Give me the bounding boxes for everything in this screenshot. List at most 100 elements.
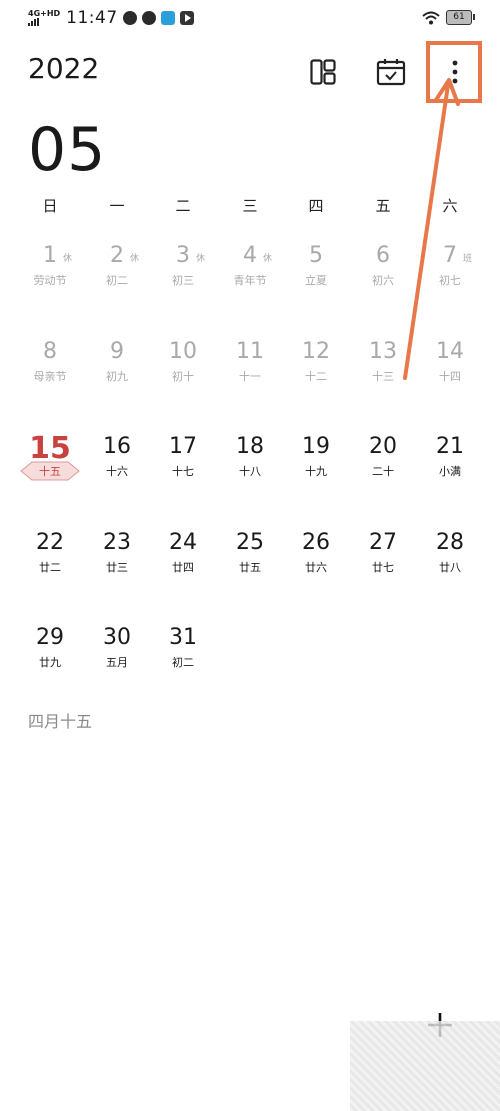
lunar-date: 立夏	[305, 274, 327, 287]
day-cell[interactable]: 11 十一	[218, 338, 282, 418]
day-number: 20	[369, 434, 397, 459]
lunar-date: 十七	[172, 465, 194, 478]
day-number: 28	[436, 530, 464, 555]
weekday-label: 二	[175, 197, 191, 215]
day-number: 8	[43, 339, 57, 364]
lunar-date: 十二	[305, 370, 327, 383]
lunar-date: 初三	[172, 274, 194, 287]
day-cell[interactable]: 28 廿八	[418, 529, 482, 609]
day-cell[interactable]: 10 初十	[151, 338, 215, 418]
day-number: 26	[302, 530, 330, 555]
lunar-date: 青年节	[233, 274, 267, 287]
day-cell[interactable]: 2 休初二	[85, 242, 149, 322]
lunar-date: 初二	[106, 274, 128, 287]
notification-app-icon	[122, 11, 137, 25]
app-notification-icon	[160, 11, 175, 25]
day-cell[interactable]: 14 十四	[418, 338, 482, 418]
lunar-date: 初六	[372, 274, 394, 287]
annotation-highlight-box	[426, 41, 482, 103]
day-number: 4	[243, 243, 257, 268]
status-time: 11:47	[66, 8, 118, 28]
day-number: 3	[176, 243, 190, 268]
day-number: 16	[103, 434, 131, 459]
day-number: 5	[309, 243, 323, 268]
weekday-header: 日一二三四五六	[0, 195, 500, 219]
weekday-label: 日	[42, 197, 58, 215]
day-number: 30	[103, 625, 131, 650]
day-number: 19	[302, 434, 330, 459]
lunar-date: 初七	[439, 274, 461, 287]
lunar-date: 十一	[239, 370, 261, 383]
status-bar: 4G+HD 11:47 61	[0, 0, 500, 38]
day-cell[interactable]: 21 小满	[418, 433, 482, 513]
day-number: 23	[103, 530, 131, 555]
layout-icon	[310, 59, 336, 85]
day-cell[interactable]: 18 十八	[218, 433, 282, 513]
year-title[interactable]: 2022	[28, 52, 99, 85]
day-cell[interactable]: 17 十七	[151, 433, 215, 513]
day-cell[interactable]: 1 休劳动节	[18, 242, 82, 322]
day-number: 24	[169, 530, 197, 555]
lunar-date: 十三	[372, 370, 394, 383]
wechat-icon	[141, 11, 156, 25]
video-app-icon	[179, 11, 194, 25]
day-cell[interactable]: 19 十九	[284, 433, 348, 513]
lunar-date: 十五	[39, 465, 61, 478]
day-number: 29	[36, 625, 64, 650]
day-cell[interactable]: 13 十三	[351, 338, 415, 418]
day-cell[interactable]: 7 班初七	[418, 242, 482, 322]
day-cell[interactable]: 12 十二	[284, 338, 348, 418]
lunar-date: 廿四	[172, 561, 194, 574]
lunar-date: 十六	[106, 465, 128, 478]
day-cell[interactable]: 29 廿九	[18, 624, 82, 704]
selected-lunar-date: 四月十五	[28, 712, 93, 731]
day-number: 1	[43, 243, 57, 268]
weekday-label: 一	[109, 197, 125, 215]
watermark-blur	[350, 1021, 500, 1111]
lunar-date: 五月	[106, 656, 128, 669]
lunar-date: 初二	[172, 656, 194, 669]
day-number: 7	[443, 243, 457, 268]
network-type: 4G+HD	[28, 9, 61, 18]
lunar-date: 廿七	[372, 561, 394, 574]
status-left: 4G+HD 11:47	[28, 8, 194, 28]
holiday-rest-badge: 休	[196, 254, 206, 264]
lunar-date: 十八	[239, 465, 261, 478]
day-number: 27	[369, 530, 397, 555]
day-cell[interactable]: 9 初九	[85, 338, 149, 418]
lunar-date: 母亲节	[33, 370, 67, 383]
day-cell[interactable]: 30 五月	[85, 624, 149, 704]
day-cell[interactable]: 6 初六	[351, 242, 415, 322]
day-cell[interactable]: 20 二十	[351, 433, 415, 513]
day-cell[interactable]: 26 廿六	[284, 529, 348, 609]
lunar-date: 廿九	[39, 656, 61, 669]
calendar-today-icon	[376, 59, 406, 86]
lunar-date: 十四	[439, 370, 461, 383]
day-cell[interactable]: 25 廿五	[218, 529, 282, 609]
day-cell-today[interactable]: 15 十五	[18, 433, 82, 513]
weekday-label: 五	[375, 197, 391, 215]
day-cell[interactable]: 22 廿二	[18, 529, 82, 609]
day-cell[interactable]: 31 初二	[151, 624, 215, 704]
day-cell[interactable]: 5 立夏	[284, 242, 348, 322]
day-cell[interactable]: 23 廿三	[85, 529, 149, 609]
holiday-rest-badge: 班	[463, 254, 473, 264]
lunar-date: 十九	[305, 465, 327, 478]
day-cell[interactable]: 4 休青年节	[218, 242, 282, 322]
today-button[interactable]	[374, 55, 408, 89]
day-cell[interactable]: 3 休初三	[151, 242, 215, 322]
day-number: 11	[236, 339, 264, 364]
day-cell[interactable]: 16 十六	[85, 433, 149, 513]
battery-icon: 61	[446, 10, 475, 25]
day-number: 2	[110, 243, 124, 268]
lunar-date: 廿二	[39, 561, 61, 574]
lunar-date: 廿六	[305, 561, 327, 574]
weekday-label: 三	[242, 197, 258, 215]
day-number: 21	[436, 434, 464, 459]
day-cell[interactable]: 24 廿四	[151, 529, 215, 609]
lunar-date: 初九	[106, 370, 128, 383]
view-layout-button[interactable]	[306, 55, 340, 89]
day-cell[interactable]: 8 母亲节	[18, 338, 82, 418]
day-cell[interactable]: 27 廿七	[351, 529, 415, 609]
lunar-date: 劳动节	[33, 274, 67, 287]
